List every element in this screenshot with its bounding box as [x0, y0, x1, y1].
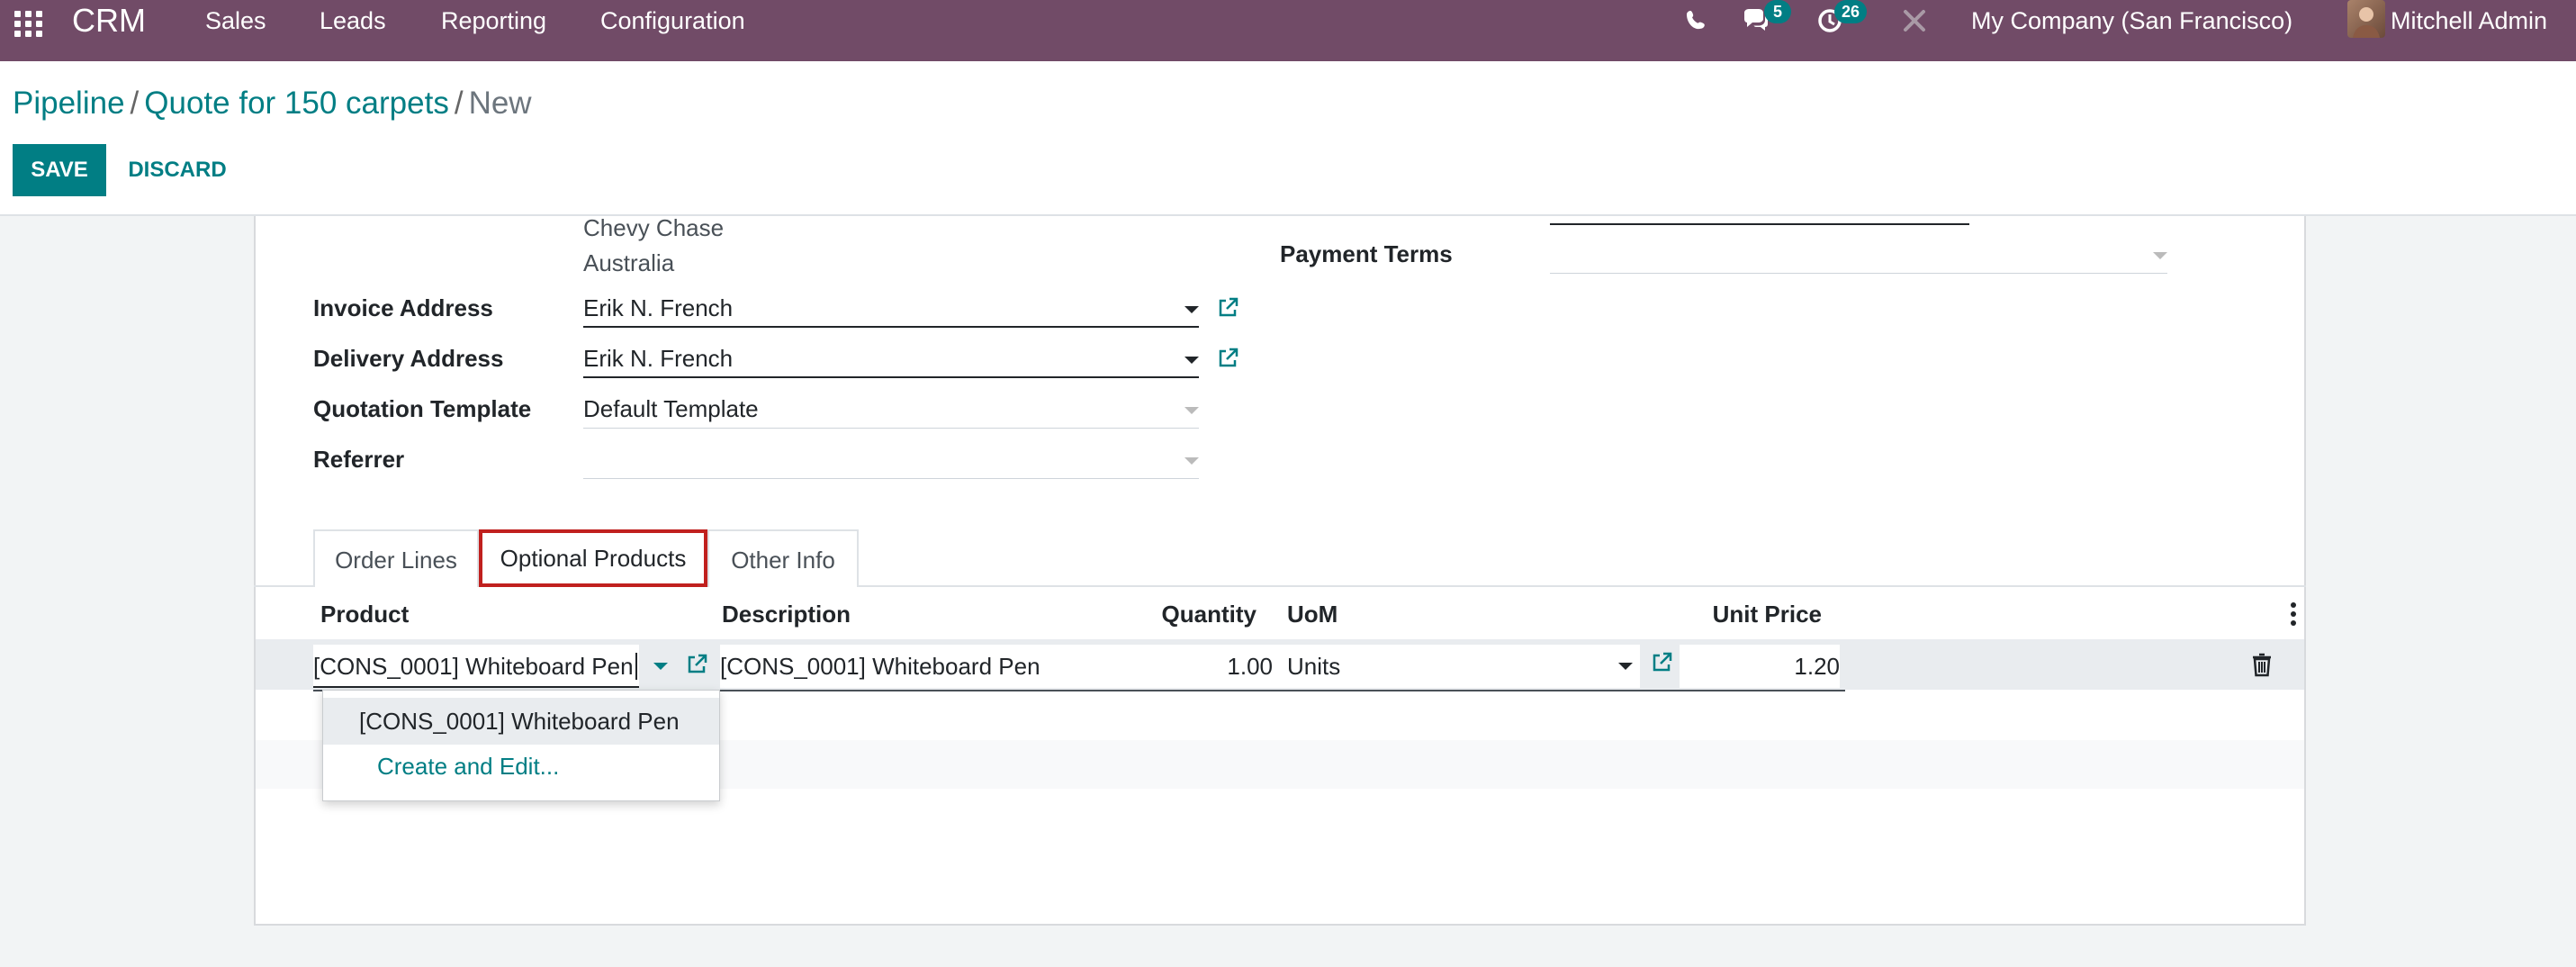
quotation-template-value: Default Template — [583, 395, 759, 422]
top-navbar: CRM Sales Leads Reporting Configuration … — [0, 0, 2576, 61]
external-link-icon[interactable] — [1649, 650, 1674, 675]
messages-badge: 5 — [1764, 0, 1791, 23]
tools-icon[interactable] — [1899, 5, 1930, 36]
tab-other-info[interactable]: Other Info — [707, 529, 859, 587]
column-options-icon[interactable] — [2290, 601, 2297, 627]
invoice-address-label: Invoice Address — [313, 294, 493, 321]
external-link-icon[interactable] — [1215, 346, 1240, 371]
breadcrumb-pipeline[interactable]: Pipeline — [13, 86, 125, 121]
menu-configuration[interactable]: Configuration — [600, 7, 745, 34]
external-link-icon[interactable] — [1215, 295, 1240, 321]
activities-badge: 26 — [1834, 0, 1868, 23]
autocomplete-option[interactable]: [CONS_0001] Whiteboard Pen — [323, 698, 719, 745]
caret-down-icon[interactable] — [1184, 407, 1199, 414]
column-header-quantity[interactable]: Quantity — [1134, 598, 1256, 630]
tab-optional-products[interactable]: Optional Products — [479, 529, 707, 587]
breadcrumb-quote[interactable]: Quote for 150 carpets — [144, 86, 449, 121]
save-button[interactable]: SAVE — [13, 144, 106, 196]
caret-down-icon — [2153, 252, 2167, 259]
discard-button[interactable]: DISCARD — [117, 144, 238, 196]
invoice-address-field[interactable]: Erik N. French — [583, 292, 1199, 328]
column-header-product[interactable]: Product — [320, 598, 409, 630]
delivery-address-field[interactable]: Erik N. French — [583, 342, 1199, 378]
product-autocomplete-dropdown: [CONS_0001] Whiteboard Pen Create and Ed… — [322, 690, 720, 801]
address-line-city: Chevy Chase — [583, 214, 725, 241]
product-input[interactable]: [CONS_0001] Whiteboard Pen — [313, 645, 639, 688]
cut-off-field[interactable] — [1550, 185, 1969, 225]
column-header-unit-price[interactable]: Unit Price — [1692, 598, 1822, 630]
quantity-input[interactable]: 1.00 — [1123, 645, 1273, 688]
text-cursor — [635, 653, 637, 680]
uom-input-value: Units — [1287, 653, 1341, 680]
company-switcher[interactable]: My Company (San Francisco) — [1971, 7, 2292, 34]
create-and-edit-option[interactable]: Create and Edit... — [323, 743, 719, 790]
menu-sales[interactable]: Sales — [205, 7, 266, 34]
user-avatar[interactable] — [2347, 0, 2385, 38]
address-line-country: Australia — [583, 249, 675, 276]
breadcrumb-separator: / — [130, 86, 140, 121]
tab-order-lines[interactable]: Order Lines — [313, 529, 479, 587]
quantity-input-value: 1.00 — [1227, 653, 1273, 680]
caret-down-icon[interactable] — [1618, 663, 1633, 670]
app-brand[interactable]: CRM — [72, 4, 146, 38]
quotation-template-field[interactable]: Default Template — [583, 393, 1199, 429]
menu-leads[interactable]: Leads — [320, 7, 386, 34]
apps-grid-icon[interactable] — [13, 7, 45, 40]
product-input-value: [CONS_0001] Whiteboard Pen — [313, 653, 634, 680]
payment-terms-label: Payment Terms — [1280, 240, 1453, 267]
trash-icon[interactable] — [2247, 650, 2277, 681]
description-input-value: [CONS_0001] Whiteboard Pen — [720, 653, 1040, 680]
delivery-address-value: Erik N. French — [583, 345, 734, 372]
breadcrumb-separator: / — [454, 86, 464, 121]
delivery-address-label: Delivery Address — [313, 345, 504, 372]
invoice-address-value: Erik N. French — [583, 294, 734, 321]
column-header-description[interactable]: Description — [722, 598, 851, 630]
payment-terms-field[interactable] — [1550, 238, 2167, 274]
caret-down-icon[interactable] — [653, 663, 668, 670]
unit-price-input[interactable]: 1.20 — [1680, 645, 1840, 688]
quotation-template-label: Quotation Template — [313, 395, 532, 422]
external-link-icon[interactable] — [684, 652, 709, 677]
referrer-field[interactable] — [583, 443, 1199, 479]
uom-input[interactable]: Units — [1280, 645, 1640, 688]
menu-reporting[interactable]: Reporting — [441, 7, 546, 34]
user-menu[interactable]: Mitchell Admin — [2391, 7, 2547, 34]
breadcrumb-current: New — [468, 86, 532, 121]
column-header-uom[interactable]: UoM — [1287, 598, 1338, 630]
referrer-label: Referrer — [313, 446, 405, 473]
caret-down-icon[interactable] — [1184, 457, 1199, 465]
breadcrumb: Pipeline / Quote for 150 carpets / New — [13, 85, 532, 122]
phone-icon[interactable] — [1681, 5, 1712, 36]
caret-down-icon[interactable] — [1184, 357, 1199, 364]
unit-price-input-value: 1.20 — [1794, 653, 1840, 680]
caret-down-icon[interactable] — [1184, 306, 1199, 313]
